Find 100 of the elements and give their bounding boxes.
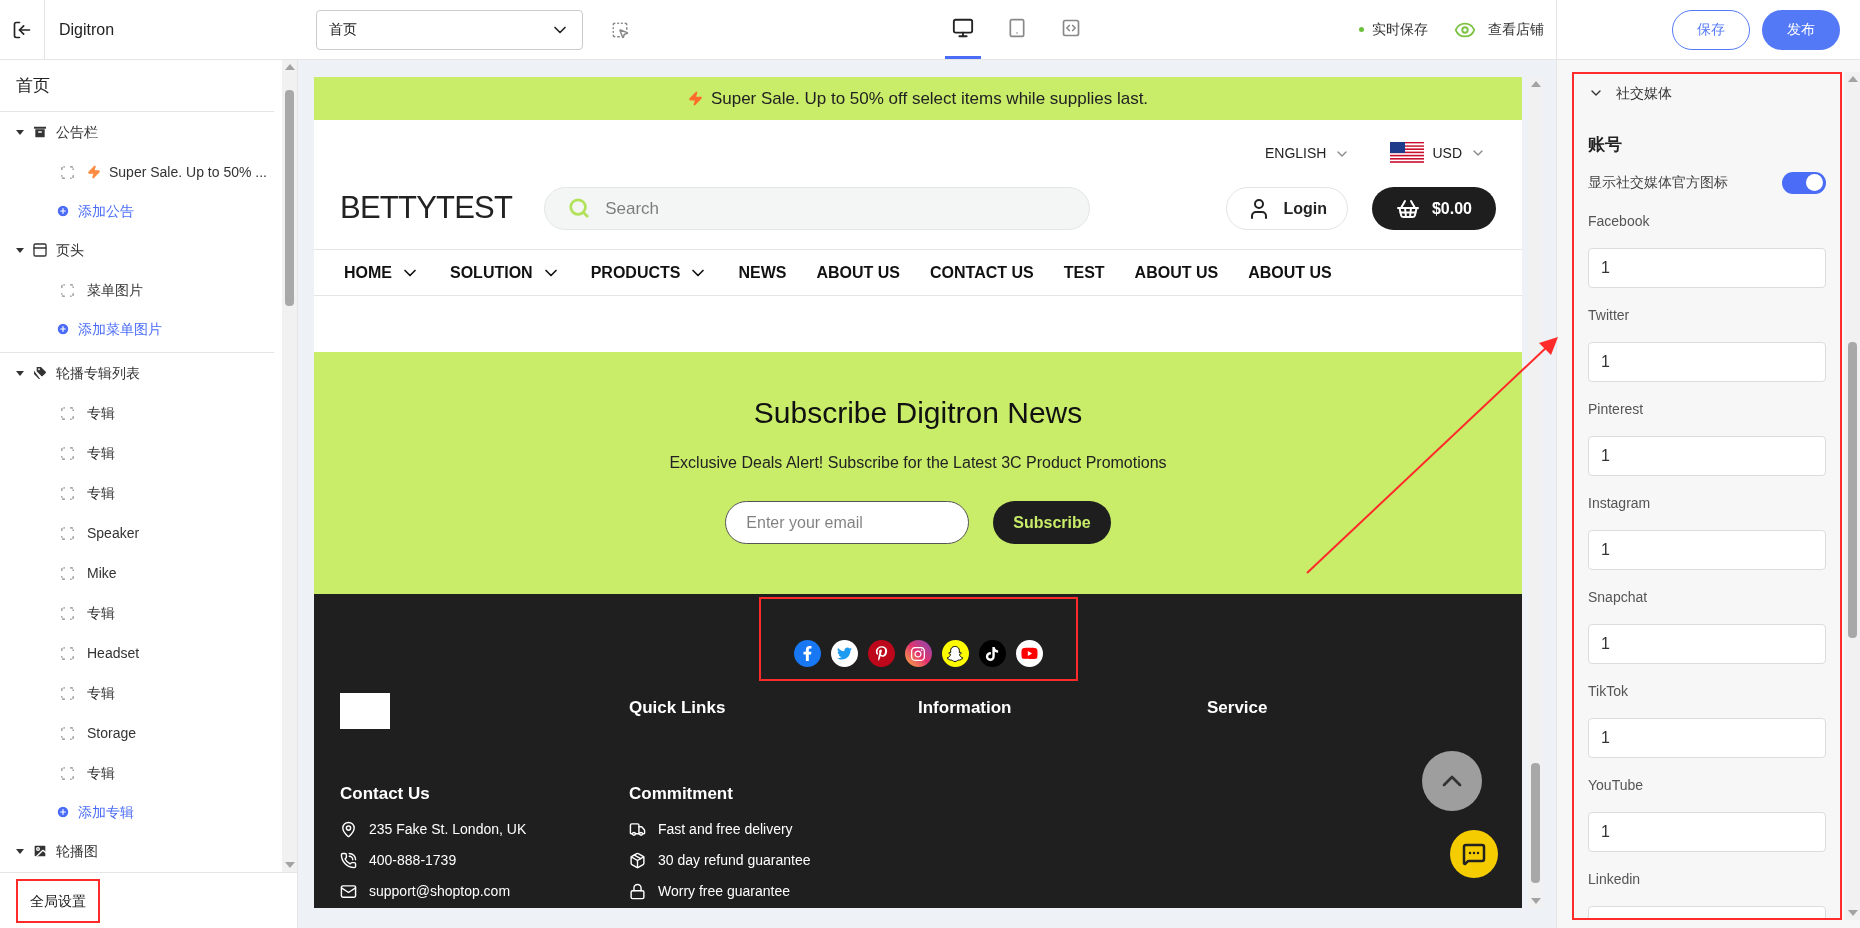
- footer-heading: Quick Links: [629, 697, 727, 719]
- dashed-square-icon: [60, 405, 75, 421]
- facebook-icon[interactable]: [793, 640, 821, 667]
- tree-section[interactable]: 轮播专辑列表: [0, 353, 274, 393]
- section-header[interactable]: 社交媒体: [1588, 74, 1826, 112]
- save-button[interactable]: 保存: [1672, 9, 1750, 50]
- dashed-square-icon: [60, 525, 75, 541]
- twitter-icon[interactable]: [830, 640, 858, 667]
- tags-icon: [32, 365, 48, 381]
- currency-select[interactable]: USD: [1390, 142, 1486, 164]
- email-field[interactable]: Enter your email: [725, 501, 970, 544]
- scrollbar[interactable]: [1845, 72, 1860, 920]
- field-label: TikTok: [1588, 681, 1629, 701]
- tree-item[interactable]: Headset: [0, 633, 274, 673]
- tree-item[interactable]: Super Sale. Up to 50% ...: [0, 152, 274, 192]
- dashed-square-icon: [60, 765, 75, 781]
- nav-link[interactable]: ABOUT US: [1248, 260, 1332, 285]
- nav-link[interactable]: HOME: [344, 260, 420, 285]
- footer-heading: Service: [1207, 697, 1269, 719]
- plus-icon: [56, 322, 70, 336]
- select-tool-icon[interactable]: [611, 20, 629, 39]
- bolt-icon: [687, 91, 703, 106]
- nav-link[interactable]: ABOUT US: [1134, 260, 1219, 285]
- tree-section[interactable]: 页头: [0, 230, 274, 270]
- scrollbar[interactable]: [1528, 77, 1543, 908]
- nav-link[interactable]: PRODUCTS: [590, 260, 709, 285]
- footer-text: Worry free guarantee: [658, 881, 791, 901]
- subscribe-button[interactable]: Subscribe: [993, 501, 1111, 544]
- input-field[interactable]: 1: [1588, 247, 1826, 288]
- field-label: Pinterest: [1588, 399, 1645, 419]
- footer-text: support@shoptop.com: [369, 881, 511, 901]
- subscribe-title: Subscribe Digitron News: [753, 395, 1083, 431]
- page-select[interactable]: 首页: [316, 9, 583, 50]
- chat-icon: [1462, 842, 1486, 866]
- box-icon: [629, 851, 646, 869]
- add-link[interactable]: 添加公告: [0, 192, 274, 230]
- dashed-square-icon: [60, 445, 75, 461]
- field-label: Facebook: [1588, 211, 1651, 231]
- footer-heading: Commitment: [629, 783, 734, 805]
- youtube-icon[interactable]: [1015, 640, 1043, 667]
- input-field[interactable]: 1: [1588, 811, 1826, 852]
- settings-heading: 账号: [1588, 135, 1622, 154]
- input-field[interactable]: 1: [1588, 717, 1826, 758]
- tree-section[interactable]: 轮播图: [0, 831, 274, 871]
- toggle-switch[interactable]: [1782, 171, 1826, 194]
- input-field[interactable]: 1: [1588, 623, 1826, 664]
- toggle-label: 显示社交媒体官方图标: [1588, 173, 1728, 192]
- page-title: 首页: [16, 74, 50, 97]
- tree-section[interactable]: 公告栏: [0, 112, 274, 152]
- publish-button[interactable]: 发布: [1762, 9, 1840, 50]
- tree-item[interactable]: Speaker: [0, 513, 274, 553]
- add-link[interactable]: 添加专辑: [0, 793, 274, 831]
- language-select[interactable]: ENGLISH: [1264, 143, 1351, 164]
- tree-item[interactable]: 菜单图片: [0, 270, 274, 310]
- tree-item[interactable]: 专辑: [0, 593, 274, 633]
- footer-text: 235 Fake St. London, UK: [369, 819, 527, 839]
- tree-item[interactable]: 专辑: [0, 673, 274, 713]
- search-field[interactable]: Search: [544, 187, 1091, 230]
- pinterest-icon[interactable]: [867, 640, 895, 667]
- instagram-icon[interactable]: [904, 640, 932, 667]
- store-logo[interactable]: BETTYTEST: [340, 185, 513, 232]
- view-store-link[interactable]: 查看店铺: [1454, 18, 1544, 41]
- plus-icon: [56, 204, 70, 218]
- exit-icon[interactable]: [12, 19, 32, 40]
- nav-link[interactable]: NEWS: [738, 260, 787, 285]
- logo-placeholder: [340, 693, 390, 729]
- tree-item[interactable]: Mike: [0, 553, 274, 593]
- dashed-square-icon: [60, 565, 75, 581]
- dashed-square-icon: [60, 645, 75, 661]
- global-settings-link[interactable]: 全局设置: [30, 892, 86, 909]
- footer-text: 30 day refund guarantee: [658, 850, 811, 870]
- cart-button[interactable]: $0.00: [1371, 187, 1496, 230]
- add-link[interactable]: 添加菜单图片: [0, 310, 274, 348]
- field-label: Instagram: [1588, 493, 1652, 513]
- nav-link[interactable]: SOLUTION: [450, 260, 561, 285]
- subscribe-subtitle: Exclusive Deals Alert! Subscribe for the Latest 3C Product Promotions: [669, 453, 1167, 473]
- tiktok-icon[interactable]: [978, 640, 1006, 667]
- image-icon: [32, 843, 48, 859]
- tree-item[interactable]: 专辑: [0, 393, 274, 433]
- scrollbar[interactable]: [282, 60, 297, 872]
- field-label: Twitter: [1588, 305, 1631, 325]
- snapchat-icon[interactable]: [941, 640, 969, 667]
- location-icon: [340, 820, 357, 838]
- tree-item[interactable]: Storage: [0, 713, 274, 753]
- archive-icon: [32, 124, 48, 140]
- tree-item[interactable]: 专辑: [0, 473, 274, 513]
- input-field[interactable]: 1: [1588, 341, 1826, 382]
- truck-icon: [629, 820, 646, 838]
- nav-link[interactable]: ABOUT US: [816, 260, 900, 285]
- tree-item[interactable]: 专辑: [0, 433, 274, 473]
- announcement-text: Super Sale. Up to 50% off select items while supplies last.: [710, 87, 1149, 110]
- nav-link[interactable]: CONTACT US: [930, 260, 1034, 285]
- input-field[interactable]: 1: [1588, 529, 1826, 570]
- tree-item[interactable]: 专辑: [0, 753, 274, 793]
- input-field[interactable]: 1: [1588, 435, 1826, 476]
- dashed-square-icon: [60, 605, 75, 621]
- desktop-icon: [952, 17, 974, 39]
- search-icon: [568, 197, 591, 219]
- nav-link[interactable]: TEST: [1063, 260, 1105, 285]
- tablet-icon: [1007, 18, 1027, 38]
